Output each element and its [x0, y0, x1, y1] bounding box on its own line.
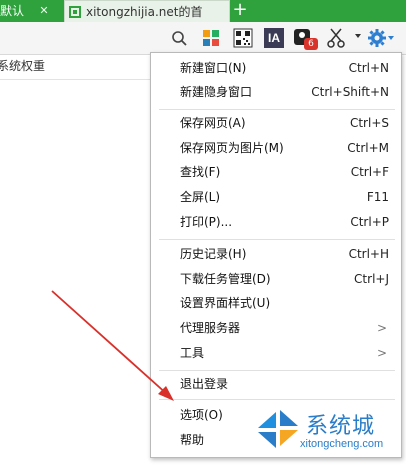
- annotation-arrow-icon: [51, 290, 174, 401]
- watermark-logo: 系统城 xitongcheng.com: [250, 404, 406, 461]
- watermark-text: 系统城: [306, 414, 376, 439]
- windows-logo-icon: [258, 410, 298, 448]
- watermark-url: xitongcheng.com: [300, 438, 384, 450]
